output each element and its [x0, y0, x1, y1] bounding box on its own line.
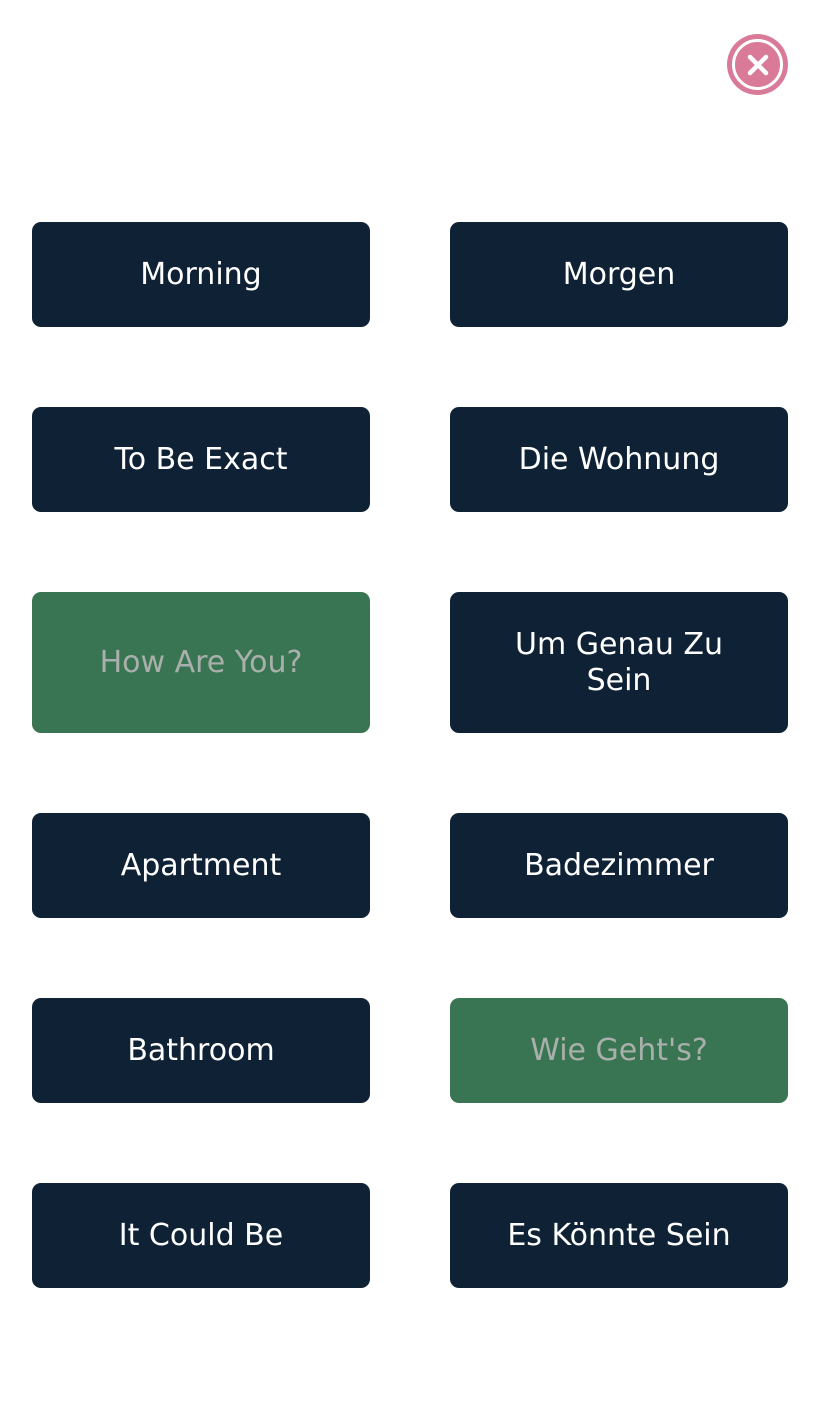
close-button[interactable] — [727, 34, 788, 95]
word-tile-die-wohnung[interactable]: Die Wohnung — [450, 407, 788, 512]
word-tile-apartment[interactable]: Apartment — [32, 813, 370, 918]
word-tile-es-konnte-sein[interactable]: Es Könnte Sein — [450, 1183, 788, 1288]
word-tile-bathroom[interactable]: Bathroom — [32, 998, 370, 1103]
word-tile-morgen[interactable]: Morgen — [450, 222, 788, 327]
word-tile-morning[interactable]: Morning — [32, 222, 370, 327]
word-tile-wie-gehts[interactable]: Wie Geht's? — [450, 998, 788, 1103]
close-icon — [732, 39, 783, 90]
word-tile-to-be-exact[interactable]: To Be Exact — [32, 407, 370, 512]
word-tile-it-could-be[interactable]: It Could Be — [32, 1183, 370, 1288]
word-tile-badezimmer[interactable]: Badezimmer — [450, 813, 788, 918]
word-tile-how-are-you[interactable]: How Are You? — [32, 592, 370, 733]
word-tile-um-genau-zu-sein[interactable]: Um Genau Zu Sein — [450, 592, 788, 733]
